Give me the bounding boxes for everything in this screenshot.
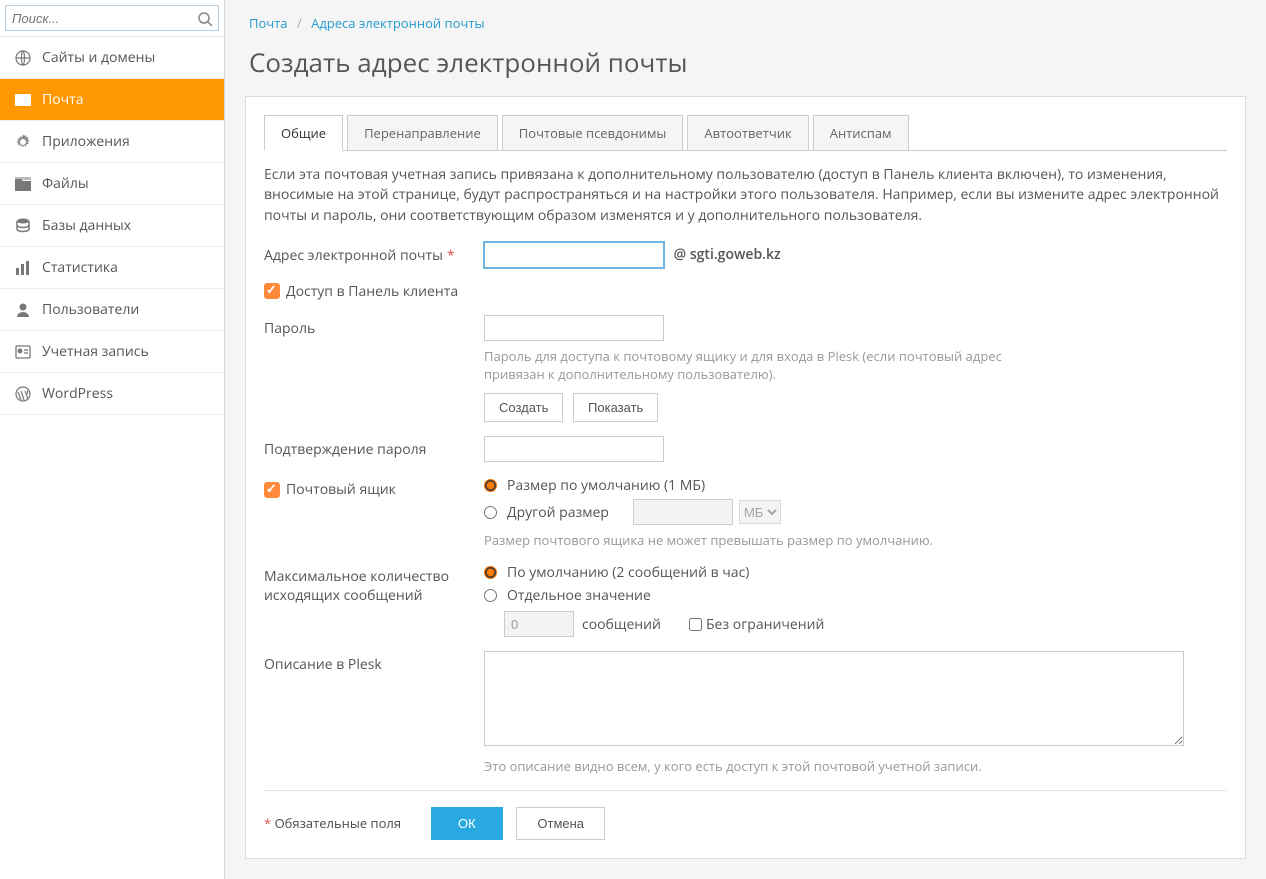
size-default-label: Размер по умолчанию (1 МБ) <box>507 476 705 495</box>
sidebar-item-label: Учетная запись <box>42 342 149 361</box>
password-create-button[interactable]: Создать <box>484 393 563 422</box>
out-default-radio[interactable] <box>484 566 497 579</box>
crumb-mail[interactable]: Почта <box>249 14 288 32</box>
tab-aliases[interactable]: Почтовые псевдонимы <box>502 115 684 150</box>
out-default-label: По умолчанию (2 сообщений в час) <box>507 563 749 582</box>
crumb-separator: / <box>297 14 302 32</box>
desc-label: Описание в Plesk <box>264 651 484 674</box>
main: Почта / Адреса электронной почты Создать… <box>225 0 1266 879</box>
sidebar-item-users[interactable]: Пользователи <box>0 289 224 330</box>
sidebar-item-apps[interactable]: Приложения <box>0 121 224 162</box>
sidebar-item-mail[interactable]: Почта <box>0 79 224 120</box>
sidebar-item-label: Приложения <box>42 132 130 151</box>
sidebar-item-files[interactable]: Файлы <box>0 163 224 204</box>
breadcrumb: Почта / Адреса электронной почты <box>245 0 1246 38</box>
sidebar-item-sites[interactable]: Сайты и домены <box>0 37 224 78</box>
out-unit-label: сообщений <box>582 615 661 634</box>
gear-icon <box>14 133 32 151</box>
search-container <box>0 0 224 37</box>
page-title: Создать адрес электронной почты <box>245 38 1246 96</box>
mail-icon <box>14 91 32 109</box>
confirm-input[interactable] <box>484 436 664 462</box>
mailbox-label: Почтовый ящик <box>286 480 396 499</box>
tabs: Общие Перенаправление Почтовые псевдоним… <box>264 115 1227 151</box>
sidebar-item-label: Файлы <box>42 174 89 193</box>
sidebar-nav: Сайты и домены Почта Приложения Файлы Ба… <box>0 37 224 415</box>
size-other-input[interactable] <box>633 499 733 525</box>
cancel-button[interactable]: Отмена <box>516 807 605 840</box>
sidebar-item-label: WordPress <box>42 384 113 403</box>
stats-icon <box>14 259 32 277</box>
access-panel-label: Доступ в Панель клиента <box>286 282 458 301</box>
folder-icon <box>14 175 32 193</box>
card-icon <box>14 343 32 361</box>
ok-button[interactable]: ОК <box>431 807 503 840</box>
sidebar-item-label: Почта <box>42 90 83 109</box>
sidebar: Сайты и домены Почта Приложения Файлы Ба… <box>0 0 225 879</box>
out-custom-radio[interactable] <box>484 589 497 602</box>
wordpress-icon <box>14 385 32 403</box>
sidebar-item-label: Сайты и домены <box>42 48 155 67</box>
email-label: Адрес электронной почты* <box>264 242 484 265</box>
database-icon <box>14 217 32 235</box>
sidebar-item-label: Статистика <box>42 258 118 277</box>
out-unlim-label: Без ограничений <box>706 615 824 634</box>
out-custom-label: Отдельное значение <box>507 586 651 605</box>
sidebar-item-account[interactable]: Учетная запись <box>0 331 224 372</box>
tab-antispam[interactable]: Антиспам <box>813 115 909 150</box>
password-label: Пароль <box>264 315 484 338</box>
desc-hint: Это описание видно всем, у кого есть дос… <box>484 757 1227 775</box>
size-other-label: Другой размер <box>507 503 609 522</box>
size-other-radio[interactable] <box>484 506 497 519</box>
user-icon <box>14 301 32 319</box>
email-domain: @ sgti.goweb.kz <box>674 245 781 264</box>
sidebar-item-stats[interactable]: Статистика <box>0 247 224 288</box>
search-icon[interactable] <box>197 10 213 32</box>
globe-icon <box>14 49 32 67</box>
confirm-label: Подтверждение пароля <box>264 436 484 459</box>
size-hint: Размер почтового ящика не может превышат… <box>484 531 1004 549</box>
sidebar-item-wp[interactable]: WordPress <box>0 373 224 414</box>
tab-general[interactable]: Общие <box>264 115 343 151</box>
tab-autoresponder[interactable]: Автоответчик <box>687 115 808 150</box>
tab-forwarding[interactable]: Перенаправление <box>347 115 498 150</box>
crumb-addresses[interactable]: Адреса электронной почты <box>311 14 484 32</box>
sidebar-item-db[interactable]: Базы данных <box>0 205 224 246</box>
access-panel-checkbox[interactable] <box>264 283 280 299</box>
outgoing-label: Максимальное количество исходящих сообще… <box>264 563 484 605</box>
form-panel: Общие Перенаправление Почтовые псевдоним… <box>245 96 1246 859</box>
desc-textarea[interactable] <box>484 651 1184 746</box>
password-hint: Пароль для доступа к почтовому ящику и д… <box>484 347 1004 383</box>
size-unit-select[interactable]: МБ <box>739 500 781 524</box>
size-default-radio[interactable] <box>484 479 497 492</box>
password-show-button[interactable]: Показать <box>573 393 658 422</box>
sidebar-item-label: Пользователи <box>42 300 139 319</box>
form-footer: * Обязательные поля ОК Отмена <box>264 790 1227 840</box>
password-input[interactable] <box>484 315 664 341</box>
out-unlim-checkbox[interactable] <box>689 618 702 631</box>
intro-text: Если эта почтовая учетная запись привяза… <box>264 165 1227 226</box>
out-value-input[interactable] <box>504 611 574 637</box>
sidebar-item-label: Базы данных <box>42 216 131 235</box>
search-input[interactable] <box>5 5 219 31</box>
mailbox-checkbox[interactable] <box>264 482 280 498</box>
email-input[interactable] <box>484 242 664 268</box>
required-note: * Обязательные поля <box>264 814 401 832</box>
